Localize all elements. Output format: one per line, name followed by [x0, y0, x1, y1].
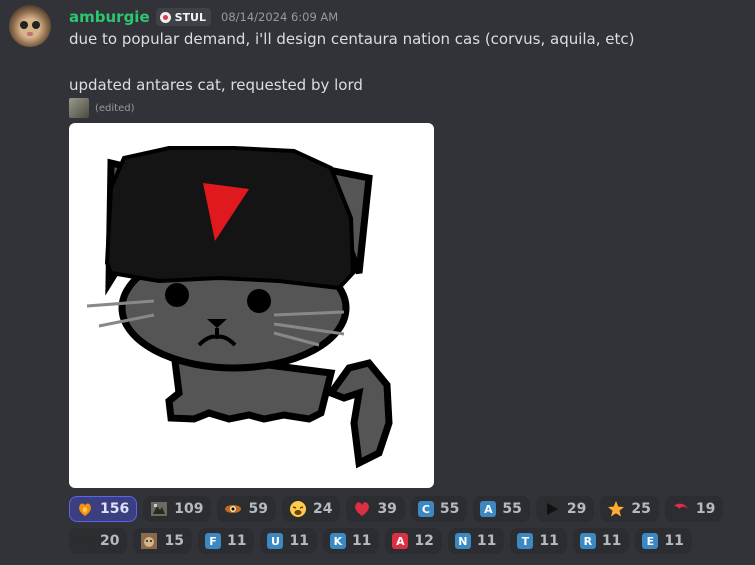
cat-eye-right: [247, 289, 271, 313]
avatar-eye-right: [32, 21, 40, 29]
regional-indicator-t-icon: T: [517, 533, 534, 549]
flame-heart-icon: [76, 500, 94, 518]
reaction-count: 24: [312, 501, 333, 517]
reaction-heart[interactable]: 39: [346, 496, 405, 522]
regional-indicator-c-icon: C: [417, 501, 434, 517]
red-swoosh-icon: [672, 500, 690, 518]
regional-indicator-n-icon: N: [454, 533, 471, 549]
reaction-count: 11: [226, 533, 247, 549]
message-text-line1: due to popular demand, i'll design centa…: [69, 30, 635, 48]
regional-indicator-u-icon: U: [267, 533, 284, 549]
reaction-letter-a-red[interactable]: A 12: [385, 528, 442, 554]
regional-indicator-k-icon: K: [329, 533, 346, 549]
cat-image-icon: [150, 500, 168, 518]
avatar[interactable]: [9, 5, 51, 47]
attachment-image[interactable]: [69, 123, 434, 488]
reaction-count: 12: [414, 533, 434, 549]
reaction-letter-k[interactable]: K 11: [322, 528, 380, 554]
server-tag-icon: [159, 11, 171, 23]
reaction-count: 109: [174, 501, 204, 517]
username[interactable]: amburgie: [69, 8, 150, 26]
reaction-flame-heart[interactable]: 156: [69, 496, 138, 522]
tired-face-icon: [289, 500, 307, 518]
edited-label: (edited): [95, 102, 135, 114]
reaction-letter-u[interactable]: U 11: [260, 528, 317, 554]
reaction-cat-image[interactable]: 109: [143, 496, 212, 522]
reaction-count: 55: [502, 501, 522, 517]
reaction-count: 19: [695, 501, 716, 517]
reaction-count: 11: [539, 533, 559, 549]
message-header: amburgie STUL 08/14/2024 6:09 AM: [69, 7, 338, 27]
reaction-dark-swoosh[interactable]: 20: [69, 528, 128, 554]
cat-drawing: [86, 146, 393, 469]
reaction-count: 59: [248, 501, 268, 517]
reaction-play-arrow[interactable]: 29: [535, 496, 595, 522]
reaction-letter-c[interactable]: C 55: [410, 496, 468, 522]
reaction-letter-f[interactable]: F 11: [197, 528, 255, 554]
reaction-count: 11: [476, 533, 497, 549]
reaction-eye[interactable]: 59: [217, 496, 276, 522]
letter-a-red-icon: A: [392, 533, 409, 549]
reply-preview: (edited): [69, 98, 135, 118]
regional-indicator-e-icon: E: [642, 533, 659, 549]
reaction-letter-t[interactable]: T 11: [510, 528, 567, 554]
reaction-red-swoosh[interactable]: 19: [664, 496, 724, 522]
reaction-cat-photo[interactable]: 15: [133, 528, 192, 554]
reaction-count: 29: [566, 501, 587, 517]
reaction-count: 11: [289, 533, 309, 549]
reaction-count: 25: [631, 501, 651, 517]
dark-swoosh-icon: [76, 532, 94, 550]
reaction-count: 55: [439, 501, 460, 517]
reaction-count: 39: [377, 501, 397, 517]
cat-eye-left: [165, 283, 189, 307]
cat-tail: [325, 359, 393, 469]
play-arrow-icon: [543, 500, 561, 518]
reaction-count: 11: [601, 533, 622, 549]
heart-icon: [353, 500, 371, 518]
reaction-letter-n[interactable]: N 11: [447, 528, 505, 554]
thumbnail-image[interactable]: [69, 98, 89, 118]
regional-indicator-a-icon: A: [480, 501, 497, 517]
reaction-letter-a[interactable]: A 55: [473, 496, 530, 522]
reaction-letter-e[interactable]: E 11: [635, 528, 692, 554]
reaction-count: 11: [664, 533, 684, 549]
reactions-bar: 156 109 59 24 39 C 55 A 55 29 25 19 20 1…: [69, 496, 749, 554]
regional-indicator-f-icon: F: [204, 533, 221, 549]
reaction-count: 20: [100, 533, 120, 549]
avatar-eye-left: [20, 21, 28, 29]
cat-photo-icon: [140, 532, 158, 550]
reaction-count: 15: [164, 533, 184, 549]
avatar-nose: [27, 32, 33, 36]
message-text-line2: updated antares cat, requested by lord: [69, 76, 363, 94]
star-icon: [607, 500, 625, 518]
timestamp[interactable]: 08/14/2024 6:09 AM: [221, 10, 338, 24]
reaction-tired-face[interactable]: 24: [281, 496, 341, 522]
reaction-letter-r[interactable]: R 11: [572, 528, 630, 554]
reaction-count: 11: [351, 533, 372, 549]
reaction-count: 156: [100, 501, 130, 517]
reaction-star[interactable]: 25: [600, 496, 659, 522]
eye-icon: [224, 500, 242, 518]
regional-indicator-r-icon: R: [579, 533, 596, 549]
server-tag-label: STUL: [174, 10, 206, 24]
server-tag[interactable]: STUL: [155, 8, 211, 26]
